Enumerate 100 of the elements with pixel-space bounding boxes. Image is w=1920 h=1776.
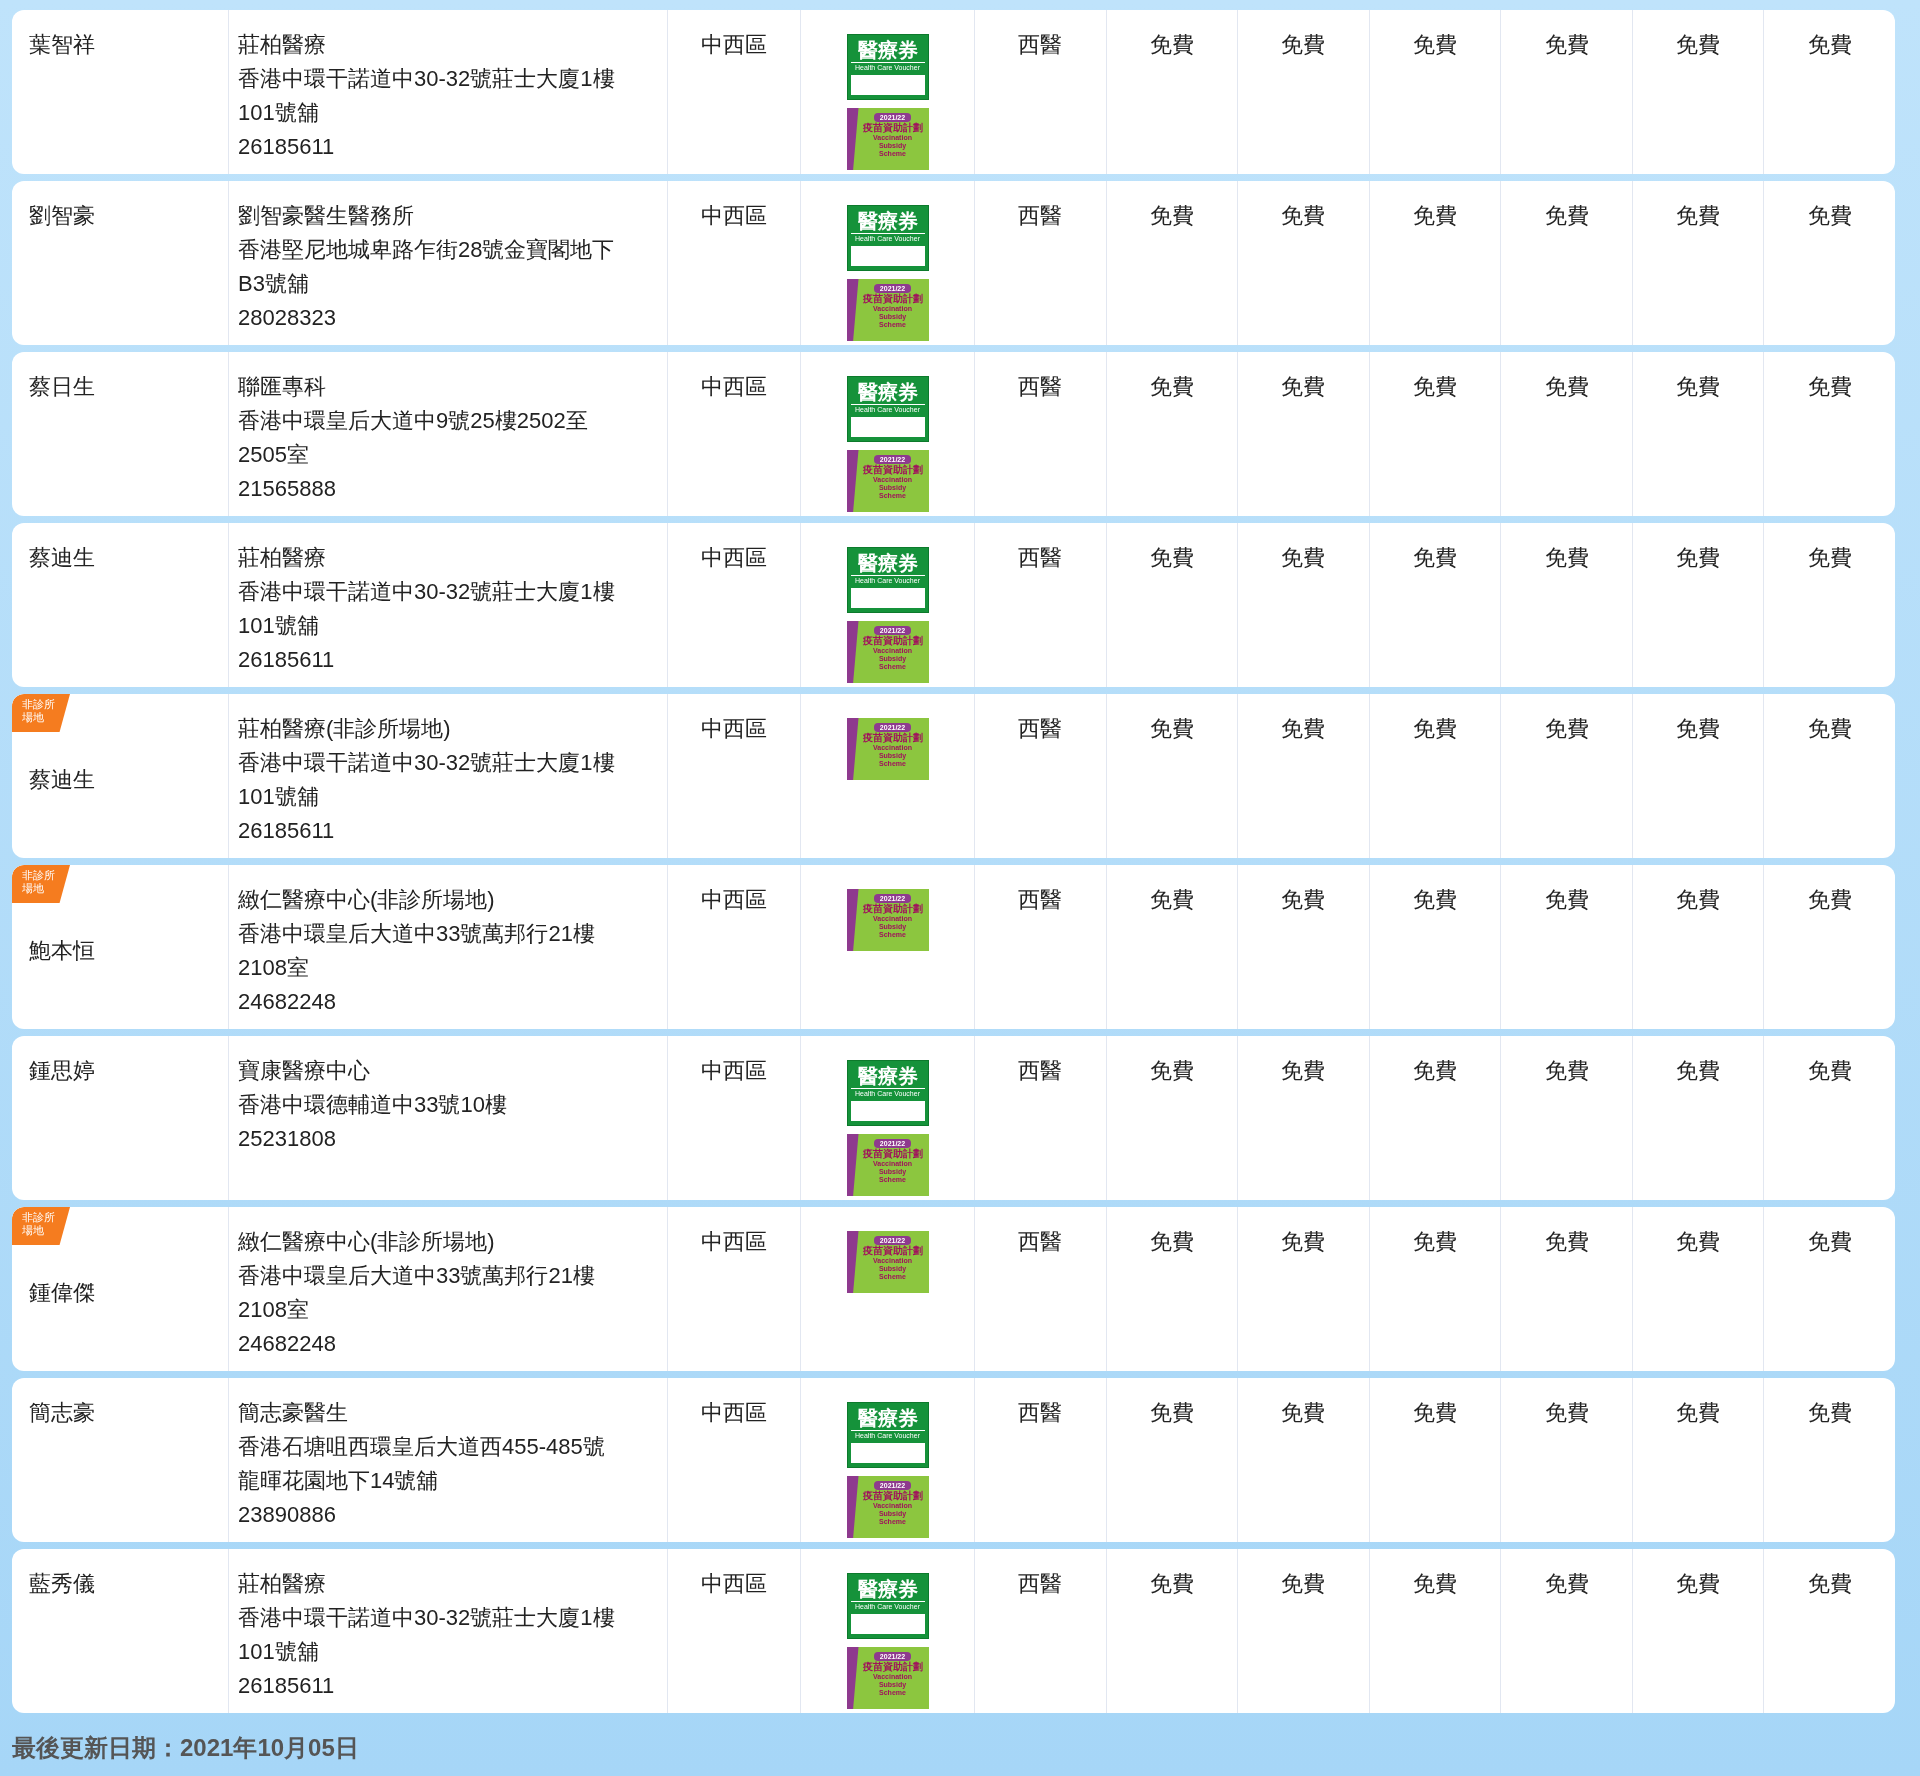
logo-stripe <box>846 1647 859 1709</box>
fee-text: 免費 <box>1807 886 1852 914</box>
medicine-type: 西醫 <box>1018 31 1063 59</box>
logo-title: 醫療券 <box>857 209 918 233</box>
fee-text: 免費 <box>1807 715 1852 743</box>
doctor-name: 鍾思婷 <box>29 1057 95 1085</box>
clinic-name: 莊柏醫療 <box>238 544 326 572</box>
fee-text: 免費 <box>1807 373 1852 401</box>
fee-text: 免費 <box>1281 1228 1326 1256</box>
logo-title: 疫苗資助計劃 <box>862 732 923 744</box>
fee-text: 免費 <box>1413 31 1457 59</box>
fee-text: 免費 <box>1149 1570 1194 1598</box>
logo-stripe <box>846 450 859 512</box>
logo-stripe <box>846 1476 859 1538</box>
fee-text: 免費 <box>1807 1399 1852 1427</box>
fee-text: 免費 <box>1413 1570 1457 1598</box>
address-line: 101號舖 <box>238 783 319 811</box>
logo-title: 疫苗資助計劃 <box>862 464 923 476</box>
fee-text: 免費 <box>1544 373 1589 401</box>
logo-stripe <box>846 279 859 341</box>
district: 中西區 <box>701 544 767 572</box>
medicine-type: 西醫 <box>1018 1228 1063 1256</box>
phone-number: 24682248 <box>238 1330 336 1358</box>
medicine-type: 西醫 <box>1018 1057 1063 1085</box>
fee-text: 免費 <box>1544 886 1589 914</box>
address-line: 龍暉花園地下14號舖 <box>238 1467 439 1495</box>
logo-title: 醫療券 <box>857 38 918 62</box>
medicine-type: 西醫 <box>1018 373 1063 401</box>
phone-number: 26185611 <box>238 133 335 161</box>
fee-text: 免費 <box>1413 886 1457 914</box>
phone-number: 21565888 <box>238 475 336 503</box>
clinic-name: 緻仁醫療中心(非診所場地) <box>238 1228 495 1256</box>
address-line: 香港中環德輔道中33號10樓 <box>238 1091 507 1119</box>
fee-text: 免費 <box>1413 373 1457 401</box>
fee-text: 免費 <box>1149 715 1194 743</box>
fee-text: 免費 <box>1149 1228 1194 1256</box>
district: 中西區 <box>701 202 767 230</box>
venue-tag: 非診所場地 <box>12 865 70 903</box>
phone-number: 24682248 <box>238 988 336 1016</box>
fee-text: 免費 <box>1544 1057 1589 1085</box>
fee-text: 免費 <box>1149 1399 1194 1427</box>
logo-stripe <box>846 1231 859 1293</box>
fee-text: 免費 <box>1149 544 1194 572</box>
medicine-type: 西醫 <box>1018 544 1063 572</box>
venue-tag: 非診所場地 <box>12 1207 70 1245</box>
address-line: 香港中環干諾道中30-32號莊士大廈1樓 <box>238 749 615 777</box>
fee-text: 免費 <box>1676 544 1721 572</box>
district: 中西區 <box>701 1057 767 1085</box>
address-line: 101號舖 <box>238 1638 319 1666</box>
fee-text: 免費 <box>1807 1570 1852 1598</box>
district: 中西區 <box>701 1399 767 1427</box>
fee-text: 免費 <box>1544 544 1589 572</box>
doctor-name: 葉智祥 <box>29 31 95 59</box>
doctor-name: 簡志豪 <box>29 1399 95 1427</box>
address-line: B3號舖 <box>238 270 309 298</box>
fee-text: 免費 <box>1807 31 1852 59</box>
logo-title: 疫苗資助計劃 <box>862 1661 923 1673</box>
clinic-name: 莊柏醫療 <box>238 31 326 59</box>
doctor-name: 蔡日生 <box>29 373 95 401</box>
clinic-name: 劉智豪醫生醫務所 <box>238 202 414 230</box>
fee-text: 免費 <box>1676 715 1721 743</box>
phone-number: 26185611 <box>238 646 335 674</box>
address-line: 香港中環干諾道中30-32號莊士大廈1樓 <box>238 1604 615 1632</box>
address-line: 香港中環干諾道中30-32號莊士大廈1樓 <box>238 578 615 606</box>
fee-text: 免費 <box>1544 202 1589 230</box>
address-line: 101號舖 <box>238 612 319 640</box>
clinic-name: 莊柏醫療(非診所場地) <box>238 715 451 743</box>
logo-title: 醫療券 <box>857 380 918 404</box>
medicine-type: 西醫 <box>1018 202 1063 230</box>
logo-title: 疫苗資助計劃 <box>862 1490 923 1502</box>
clinic-name: 聯匯專科 <box>238 373 326 401</box>
fee-text: 免費 <box>1281 202 1326 230</box>
last-updated-text: 最後更新日期：2021年10月05日 <box>12 1733 360 1763</box>
fee-text: 免費 <box>1281 715 1326 743</box>
fee-text: 免費 <box>1281 544 1326 572</box>
address-line: 香港中環皇后大道中33號萬邦行21樓 <box>238 1262 595 1290</box>
district: 中西區 <box>701 715 767 743</box>
fee-text: 免費 <box>1544 715 1589 743</box>
logo-stripe <box>846 718 859 780</box>
fee-text: 免費 <box>1413 1399 1457 1427</box>
fee-text: 免費 <box>1676 886 1721 914</box>
doctor-name: 蔡迪生 <box>29 766 95 794</box>
logo-title: 疫苗資助計劃 <box>862 635 923 647</box>
address-line: 101號舖 <box>238 99 319 127</box>
logo-stripe <box>846 108 859 170</box>
logo-title: 疫苗資助計劃 <box>862 122 923 134</box>
fee-text: 免費 <box>1281 1570 1326 1598</box>
logo-title: 疫苗資助計劃 <box>862 903 923 915</box>
fee-text: 免費 <box>1676 1057 1721 1085</box>
doctor-name: 劉智豪 <box>29 202 95 230</box>
phone-number: 25231808 <box>238 1125 336 1153</box>
fee-text: 免費 <box>1281 1057 1326 1085</box>
medicine-type: 西醫 <box>1018 886 1063 914</box>
fee-text: 免費 <box>1149 886 1194 914</box>
phone-number: 26185611 <box>238 1672 335 1700</box>
fee-text: 免費 <box>1807 1228 1852 1256</box>
doctor-name: 藍秀儀 <box>29 1570 95 1598</box>
fee-text: 免費 <box>1281 31 1326 59</box>
clinic-name: 緻仁醫療中心(非診所場地) <box>238 886 495 914</box>
address-line: 香港中環皇后大道中33號萬邦行21樓 <box>238 920 595 948</box>
